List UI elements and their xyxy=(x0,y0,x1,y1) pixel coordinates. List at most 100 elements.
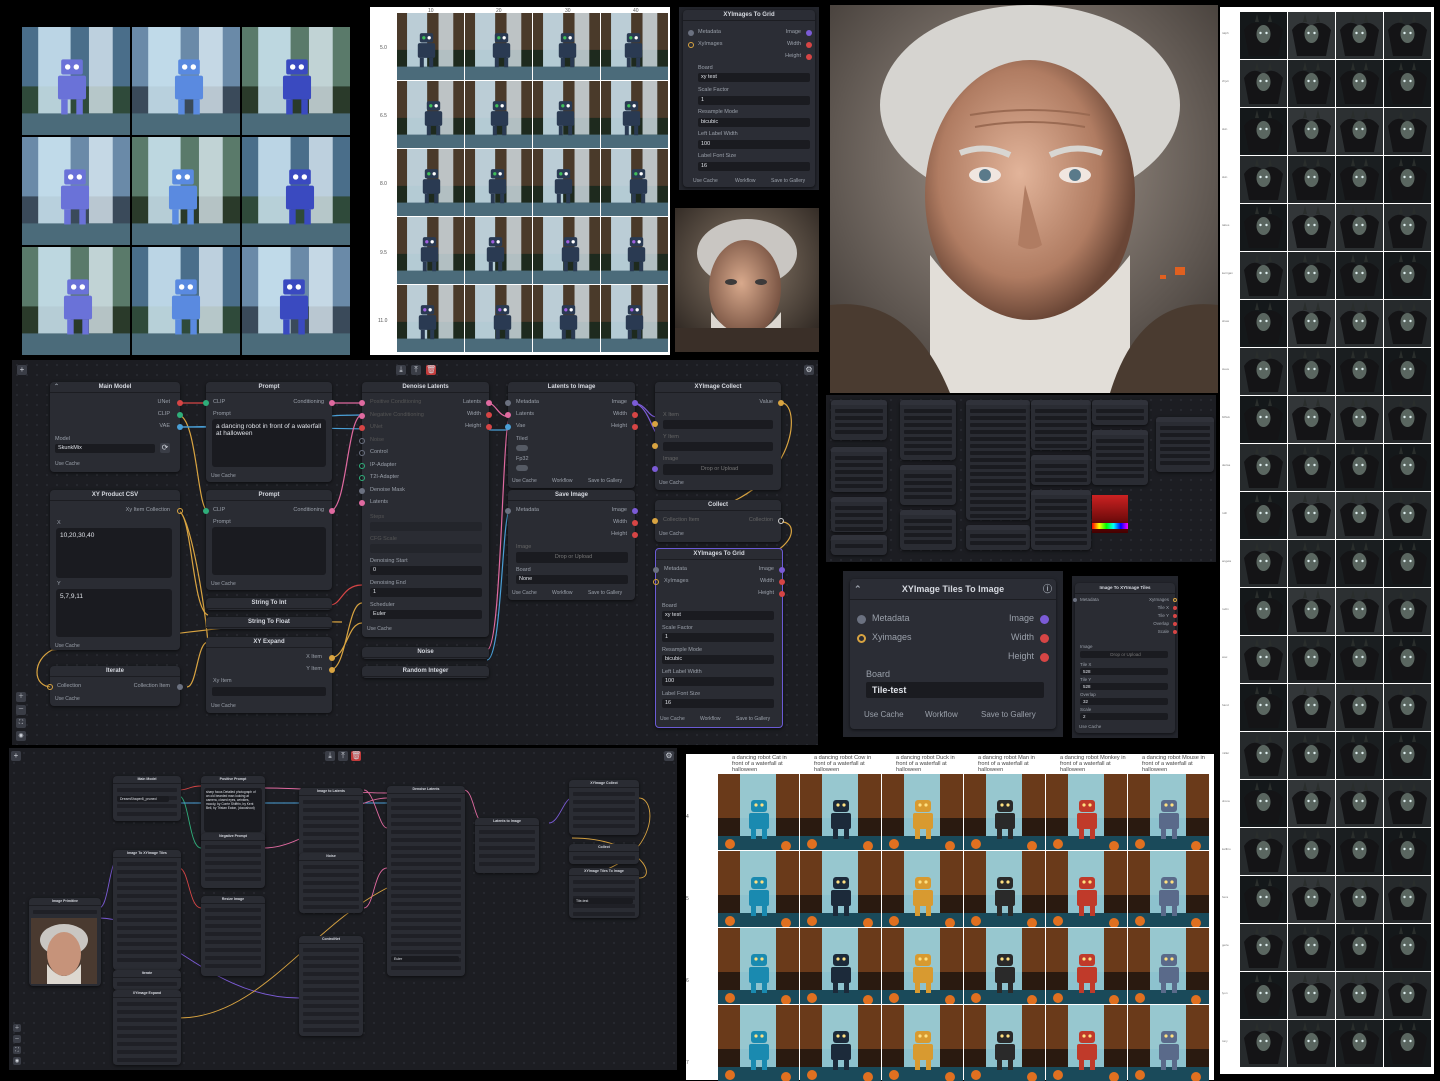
workflow-node[interactable]: Image To XYImage Tiles xyxy=(113,850,181,970)
fp32-toggle[interactable] xyxy=(516,465,528,471)
denoising-end-input[interactable]: 1 xyxy=(370,588,482,597)
add-node-button[interactable]: + xyxy=(17,365,27,375)
xy-expand-node[interactable]: XY Expand X Item Y Item Xy Item Use Cach… xyxy=(206,637,335,713)
use-cache-checkbox[interactable]: Use Cache xyxy=(367,626,392,632)
upload-workflow-button[interactable]: ⤒ xyxy=(338,751,348,761)
tile-y-handle[interactable] xyxy=(1173,614,1177,618)
input-handle[interactable] xyxy=(359,400,365,406)
denoise-latents-node[interactable]: Denoise Latents Positive Conditioning Neg… xyxy=(359,382,492,637)
minimap-icon[interactable]: ◉ xyxy=(13,1057,21,1065)
zoom-in-icon[interactable]: ＋ xyxy=(16,692,26,702)
image-handle[interactable] xyxy=(1040,615,1049,624)
mini-node[interactable] xyxy=(1031,400,1091,450)
conditioning-handle[interactable] xyxy=(329,508,335,514)
left-label-input[interactable]: 100 xyxy=(698,140,810,149)
use-cache-checkbox[interactable]: Use Cache xyxy=(660,716,685,722)
height-handle[interactable] xyxy=(632,424,638,430)
image-handle[interactable] xyxy=(779,567,785,573)
workflow-node[interactable]: Main Model DreamShaper8_pruned xyxy=(113,776,181,821)
width-handle[interactable] xyxy=(806,42,812,48)
y-item-handle[interactable] xyxy=(329,667,335,673)
scale-handle[interactable] xyxy=(1173,630,1177,634)
image-to-xyimage-tiles-node[interactable]: Image To XYImage Tiles Metadata XyImages… xyxy=(1073,583,1177,733)
xy-product-csv-node[interactable]: XY Product CSV Xy Item Collection X 10,2… xyxy=(50,490,183,650)
zoom-out-icon[interactable]: － xyxy=(16,705,26,715)
workflow-node[interactable]: Resize Image xyxy=(201,896,265,976)
y-item-field[interactable] xyxy=(663,442,773,451)
x-values-textarea[interactable]: 10,20,30,40 xyxy=(56,528,172,578)
workflow-node[interactable]: XYImage Expand xyxy=(113,990,181,1065)
use-cache-checkbox[interactable]: Use Cache xyxy=(55,643,80,649)
resample-select[interactable]: bicubic xyxy=(662,655,774,664)
input-handle[interactable] xyxy=(359,487,365,494)
tiles-workflow-editor[interactable]: + ⤓ ⤒ 🗑 ⚙ Main Model DreamShaper8_pruned P… xyxy=(9,748,677,1070)
use-cache-checkbox[interactable]: Use Cache xyxy=(1079,724,1101,729)
board-select[interactable]: xy test xyxy=(662,611,774,620)
zoom-in-icon[interactable]: ＋ xyxy=(13,1024,21,1032)
prompt-node[interactable]: Prompt CLIP Conditioning Prompt a dancin… xyxy=(203,382,335,482)
mini-node[interactable] xyxy=(1156,417,1214,472)
input-handle[interactable] xyxy=(359,437,365,444)
drop-upload-zone[interactable]: Drop or Upload xyxy=(1080,651,1168,658)
input-handle[interactable] xyxy=(359,475,365,481)
mini-node[interactable] xyxy=(966,525,1030,550)
prompt-textarea[interactable]: sharp focus Detailed photograph of an ol… xyxy=(204,788,262,832)
drop-upload-zone[interactable]: Drop or Upload xyxy=(663,464,773,475)
board-select[interactable]: Tile-test xyxy=(573,898,633,904)
metadata-handle[interactable] xyxy=(1073,598,1077,602)
delete-workflow-button[interactable]: 🗑 xyxy=(351,751,361,761)
main-model-node[interactable]: ⌃ Main Model UNet CLIP VAE Model SkunkMix… xyxy=(50,382,183,472)
mini-node[interactable] xyxy=(831,400,887,440)
xyimage-collect-node[interactable]: XYImage Collect Value X Item Y Item Imag… xyxy=(652,382,784,490)
workflow-node[interactable]: ControlNet xyxy=(299,936,363,1036)
delete-workflow-button[interactable]: 🗑 xyxy=(426,365,436,375)
scale-input[interactable]: 1 xyxy=(662,633,774,642)
collection-item-handle[interactable] xyxy=(652,518,658,524)
scheduler-select[interactable]: Euler xyxy=(391,956,459,962)
clip-input-handle[interactable] xyxy=(203,400,209,406)
workflow-node[interactable]: Latents to Image xyxy=(475,818,539,873)
vae-handle[interactable] xyxy=(177,424,183,430)
input-handle[interactable] xyxy=(359,450,365,456)
image-handle[interactable] xyxy=(632,508,638,514)
clip-input-handle[interactable] xyxy=(203,508,209,514)
image-handle[interactable] xyxy=(632,400,638,406)
input-handle[interactable] xyxy=(359,412,365,419)
workflow-node[interactable]: Image to Latents xyxy=(299,788,363,858)
metadata-handle[interactable] xyxy=(505,508,511,514)
left-label-input[interactable]: 100 xyxy=(662,677,774,686)
y-values-textarea[interactable]: 5,7,9,11 xyxy=(56,589,172,637)
use-cache-checkbox[interactable]: Use Cache xyxy=(512,590,537,596)
input-handle[interactable] xyxy=(359,462,365,469)
collection-input-handle[interactable] xyxy=(47,684,53,690)
download-workflow-button[interactable]: ⤓ xyxy=(396,365,406,375)
workflow-checkbox[interactable]: Workflow xyxy=(700,716,720,722)
height-handle[interactable] xyxy=(806,54,812,60)
unet-handle[interactable] xyxy=(177,400,183,406)
minimap-icon[interactable]: ◉ xyxy=(16,731,26,741)
zoom-out-icon[interactable]: － xyxy=(13,1035,21,1043)
workflow-checkbox[interactable]: Workflow xyxy=(552,478,572,484)
width-handle[interactable] xyxy=(486,412,492,418)
board-select[interactable]: None xyxy=(516,575,628,584)
xyimage-tiles-to-image-node[interactable]: ⌃ XYImage Tiles To Image ⓘ Metadata Xyim… xyxy=(850,579,1056,729)
negative-prompt-node[interactable]: Prompt CLIP Conditioning Prompt Use Cach… xyxy=(203,490,335,590)
tile-x-input[interactable]: 528 xyxy=(1080,668,1168,675)
refresh-models-button[interactable]: ⟳ xyxy=(160,443,170,453)
use-cache-checkbox[interactable]: Use Cache xyxy=(864,710,904,719)
overlap-input[interactable]: 32 xyxy=(1080,698,1168,705)
use-cache-checkbox[interactable]: Use Cache xyxy=(211,703,236,709)
save-image-node[interactable]: Save Image Metadata Image Width Height I… xyxy=(505,490,638,600)
collect-node[interactable]: Collect Collection Item Collection Use C… xyxy=(652,500,784,542)
fit-view-icon[interactable]: ⛶ xyxy=(13,1046,21,1054)
save-to-gallery-checkbox[interactable]: Save to Gallery xyxy=(588,478,622,484)
x-item-handle[interactable] xyxy=(652,421,658,427)
info-icon[interactable]: ⓘ xyxy=(1043,579,1052,599)
use-cache-checkbox[interactable]: Use Cache xyxy=(693,178,718,184)
scale-input[interactable]: 2 xyxy=(1080,713,1168,720)
xyimages-handle[interactable] xyxy=(857,634,866,643)
latents-handle[interactable] xyxy=(486,400,492,406)
mini-node[interactable] xyxy=(900,400,956,460)
scale-input[interactable]: 1 xyxy=(698,96,810,105)
vae-handle[interactable] xyxy=(505,424,511,430)
